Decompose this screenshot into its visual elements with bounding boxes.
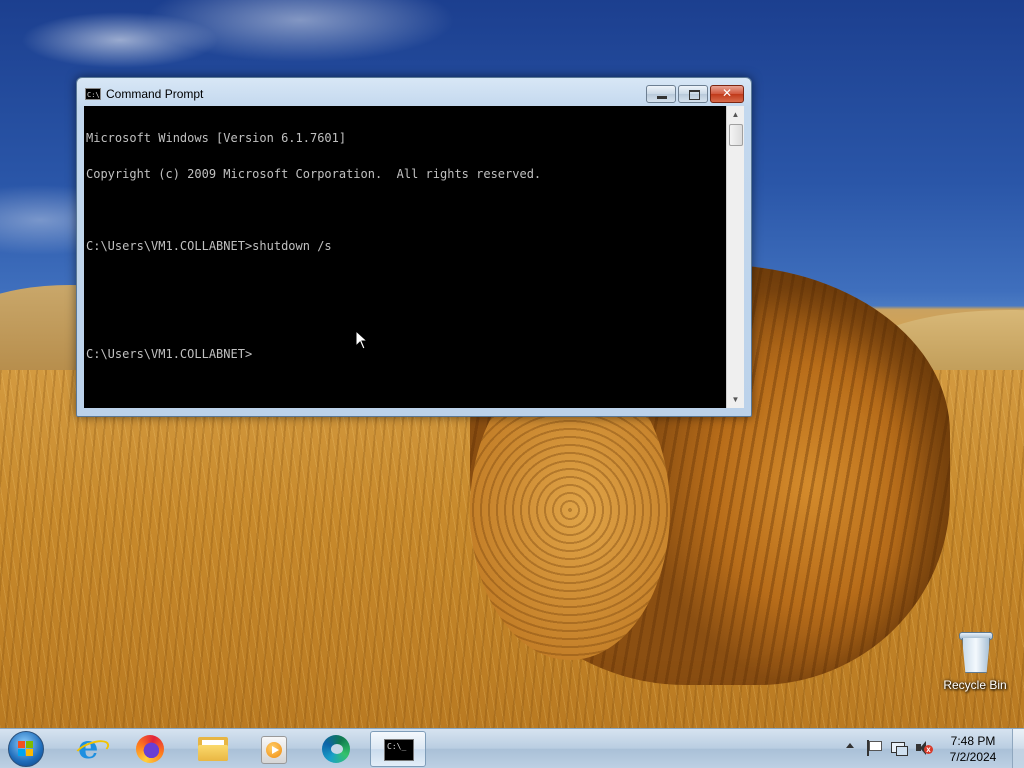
scroll-up-arrow-icon[interactable]: ▲ bbox=[727, 106, 744, 123]
mouse-pointer-icon bbox=[355, 330, 369, 350]
firefox-icon bbox=[136, 735, 164, 763]
close-button[interactable]: ✕ bbox=[710, 85, 744, 103]
start-button[interactable] bbox=[8, 731, 44, 767]
show-desktop-button[interactable] bbox=[1012, 729, 1024, 768]
close-icon: ✕ bbox=[721, 86, 733, 100]
taskbar: e C:\_ x 7:48 PM 7/2/2024 bbox=[0, 728, 1024, 768]
internet-explorer-icon: e bbox=[72, 730, 112, 764]
desktop-icon-label: Recycle Bin bbox=[943, 678, 1007, 692]
taskbar-edge[interactable] bbox=[308, 731, 364, 767]
clock-time: 7:48 PM bbox=[950, 734, 996, 748]
network-icon[interactable] bbox=[891, 740, 908, 756]
taskbar-firefox[interactable] bbox=[122, 731, 178, 767]
taskbar-command-prompt[interactable]: C:\_ bbox=[370, 731, 426, 767]
console-output[interactable]: Microsoft Windows [Version 6.1.7601] Cop… bbox=[86, 108, 724, 406]
system-clock[interactable]: 7:48 PM 7/2/2024 bbox=[940, 733, 1006, 765]
file-explorer-icon bbox=[198, 737, 228, 761]
media-player-icon bbox=[261, 736, 287, 764]
window-title: Command Prompt bbox=[106, 87, 204, 101]
edge-icon bbox=[322, 735, 350, 763]
desktop-wallpaper: Recycle Bin C:\ Command Prompt ✕ Microso… bbox=[0, 0, 1024, 728]
maximize-button[interactable] bbox=[678, 85, 708, 103]
scroll-down-arrow-icon[interactable]: ▼ bbox=[727, 391, 744, 408]
maximize-icon bbox=[689, 90, 700, 100]
console-line: Microsoft Windows [Version 6.1.7601] bbox=[86, 131, 347, 145]
scroll-thumb[interactable] bbox=[729, 124, 743, 146]
command-prompt-icon: C:\_ bbox=[384, 739, 414, 761]
console-prompt-line[interactable]: C:\Users\VM1.COLLABNET> bbox=[86, 348, 724, 360]
desktop-icon-recycle-bin[interactable]: Recycle Bin bbox=[940, 630, 1010, 692]
action-center-flag-icon[interactable] bbox=[866, 740, 882, 756]
windows-start-icon bbox=[18, 741, 34, 757]
volume-muted-icon[interactable]: x bbox=[915, 740, 933, 756]
clock-date: 7/2/2024 bbox=[949, 750, 997, 764]
recycle-bin-icon bbox=[958, 630, 993, 674]
console-line: C:\Users\VM1.COLLABNET>shutdown /s bbox=[86, 239, 332, 253]
taskbar-internet-explorer[interactable]: e bbox=[62, 730, 118, 767]
taskbar-file-explorer[interactable] bbox=[185, 731, 241, 767]
console-line: Copyright (c) 2009 Microsoft Corporation… bbox=[86, 167, 542, 181]
minimize-button[interactable] bbox=[646, 85, 676, 103]
taskbar-media-player[interactable] bbox=[246, 731, 302, 767]
vertical-scrollbar[interactable]: ▲ ▼ bbox=[726, 106, 744, 408]
console-area[interactable]: Microsoft Windows [Version 6.1.7601] Cop… bbox=[84, 106, 744, 408]
window-titlebar[interactable]: C:\ Command Prompt ✕ bbox=[77, 78, 751, 106]
show-hidden-icons-arrow[interactable] bbox=[846, 743, 854, 748]
minimize-icon bbox=[657, 96, 667, 99]
command-prompt-window[interactable]: C:\ Command Prompt ✕ Microsoft Windows [… bbox=[76, 77, 752, 417]
cmd-icon: C:\ bbox=[85, 88, 101, 100]
